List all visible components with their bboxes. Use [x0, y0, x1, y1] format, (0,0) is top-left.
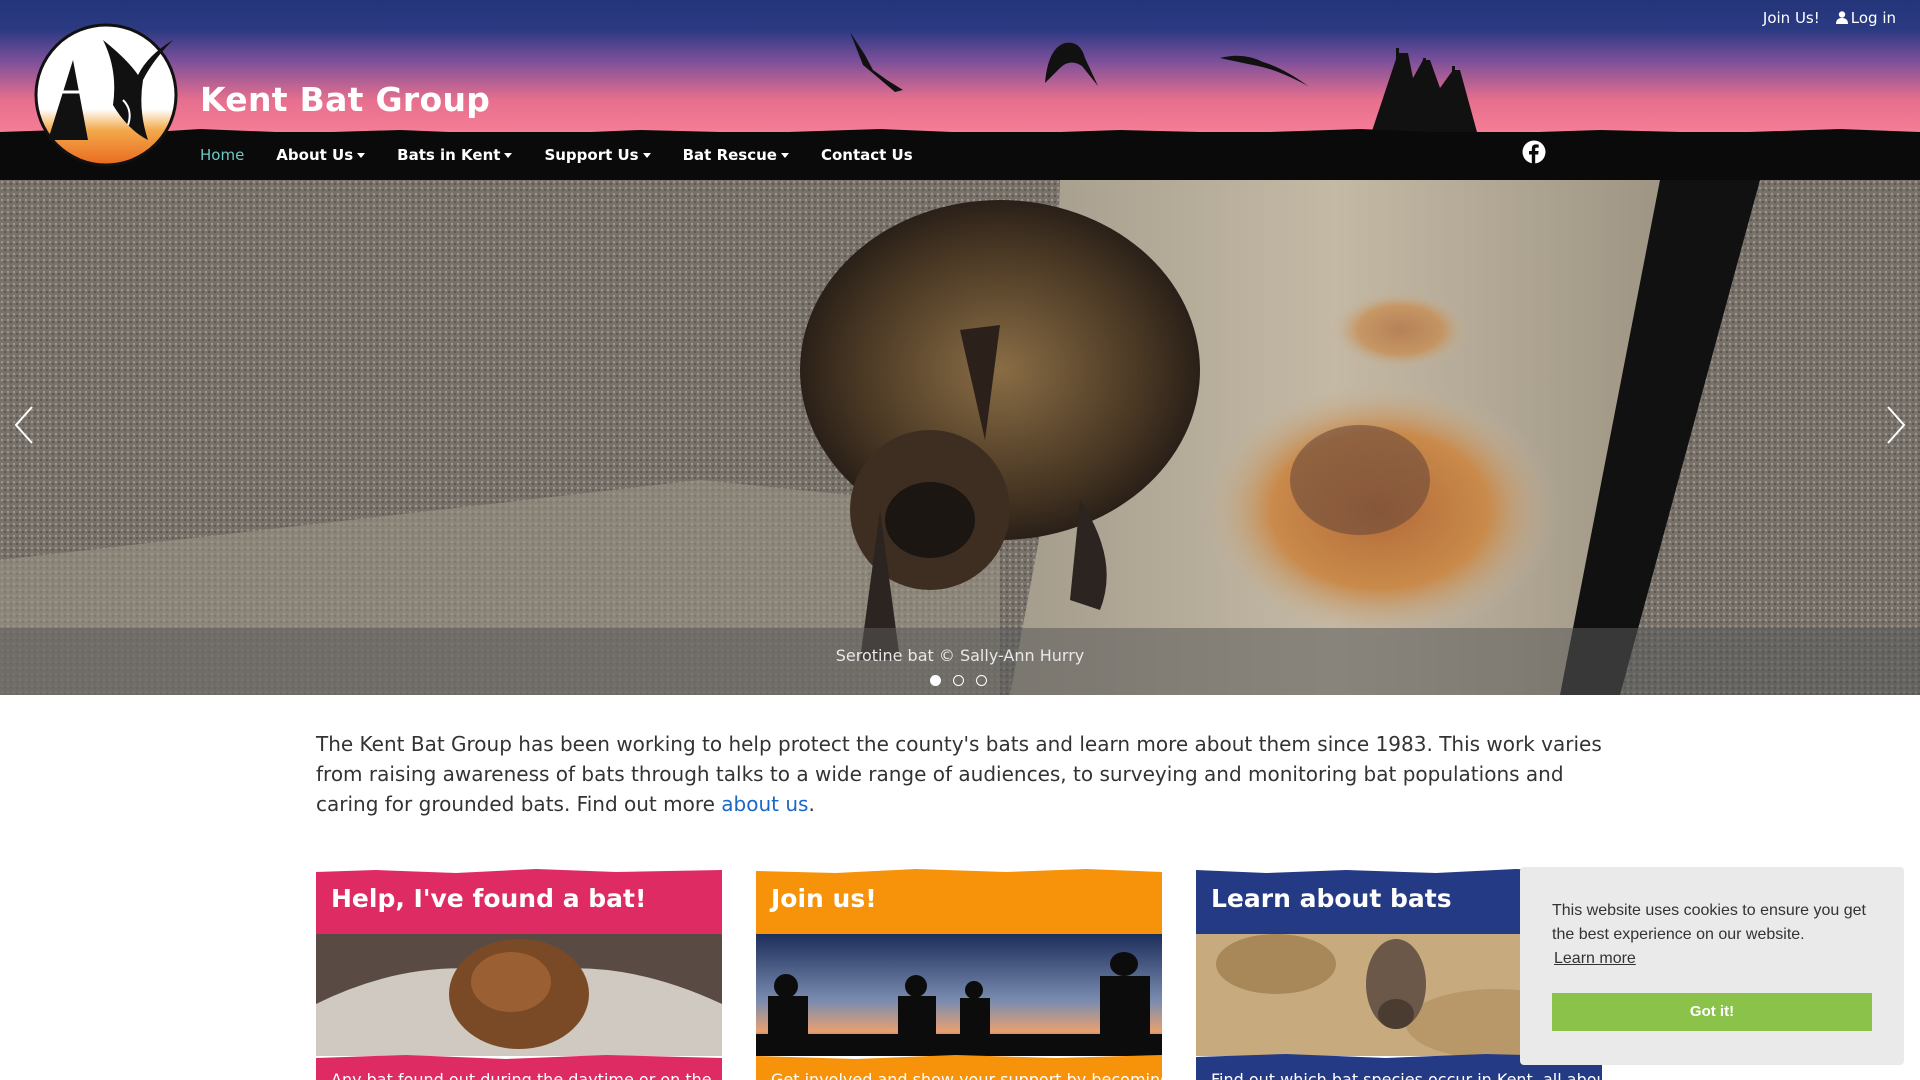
intro-paragraph: The Kent Bat Group has been working to h… [316, 729, 1616, 819]
card-text: Get involved and show your support by be… [771, 1070, 1162, 1080]
carousel-dot-1[interactable] [930, 675, 941, 686]
caret-down-icon [357, 153, 366, 158]
card-text: Any bat found out during the daytime or … [331, 1070, 712, 1080]
card-found-a-bat[interactable]: Help, I've found a bat! Any bat found ou… [316, 868, 722, 1080]
cookie-accept-button[interactable]: Got it! [1552, 993, 1872, 1031]
flying-bat-silhouette-icon [1220, 55, 1308, 86]
caret-down-icon [642, 153, 651, 158]
nav-support-us[interactable]: Support Us [544, 146, 651, 164]
cookie-banner: This website uses cookies to ensure you … [1520, 867, 1904, 1065]
nav-bat-rescue[interactable]: Bat Rescue [683, 146, 789, 164]
user-icon [1835, 11, 1848, 24]
card-text: Find out which bat species occur in Kent… [1211, 1070, 1602, 1080]
nav-label: About Us [276, 146, 354, 164]
facebook-icon[interactable] [1522, 140, 1546, 164]
nav-contact-us[interactable]: Contact Us [821, 146, 913, 164]
about-us-link[interactable]: about us [721, 792, 808, 816]
log-in-label: Log in [1850, 9, 1896, 27]
join-us-link[interactable]: Join Us! [1763, 9, 1820, 27]
nav-label: Bats in Kent [397, 146, 501, 164]
chevron-left-icon[interactable] [6, 395, 46, 455]
card-join-us[interactable]: Join us! Get involved and show your supp… [756, 868, 1162, 1080]
main-nav: Home About Us Bats in Kent Support Us Ba… [200, 146, 913, 164]
top-links: Join Us! Log in [1763, 9, 1896, 27]
nav-label: Home [200, 146, 245, 164]
card-image-silhouettes-sunset [756, 934, 1162, 1056]
site-title[interactable]: Kent Bat Group [200, 80, 490, 119]
caret-down-icon [780, 153, 789, 158]
carousel-caption: Serotine bat © Sally-Ann Hurry [835, 646, 1085, 665]
nav-label: Support Us [544, 146, 639, 164]
hero-carousel[interactable]: Serotine bat © Sally-Ann Hurry [0, 180, 1920, 695]
card-title: Join us! [771, 884, 877, 913]
card-image-bat-wings [316, 934, 722, 1056]
intro-text: The Kent Bat Group has been working to h… [316, 732, 1602, 816]
card-title: Learn about bats [1211, 884, 1452, 913]
caret-down-icon [504, 153, 513, 158]
carousel-dot-2[interactable] [953, 675, 964, 686]
carousel-slide-image [0, 180, 1920, 695]
carousel-dot-3[interactable] [976, 675, 987, 686]
flying-bat-silhouette-icon [1045, 42, 1098, 86]
chevron-right-icon[interactable] [1874, 395, 1914, 455]
log-in-link[interactable]: Log in [1835, 9, 1896, 27]
card-title: Help, I've found a bat! [331, 884, 647, 913]
flying-bat-silhouette-icon [850, 32, 903, 92]
intro-text-end: . [808, 792, 815, 816]
site-header: Kent Bat Group Join Us! Log in Home Abou… [0, 0, 1920, 180]
cookie-message: This website uses cookies to ensure you … [1552, 902, 1866, 943]
nav-about-us[interactable]: About Us [276, 146, 366, 164]
nav-label: Contact Us [820, 146, 913, 164]
cookie-learn-more-link[interactable]: Learn more [1554, 950, 1636, 968]
nav-bats-in-kent[interactable]: Bats in Kent [397, 146, 513, 164]
nav-home[interactable]: Home [200, 146, 244, 164]
kent-bat-group-logo[interactable] [28, 20, 178, 170]
carousel-indicators [930, 675, 987, 686]
nav-label: Bat Rescue [682, 146, 777, 164]
